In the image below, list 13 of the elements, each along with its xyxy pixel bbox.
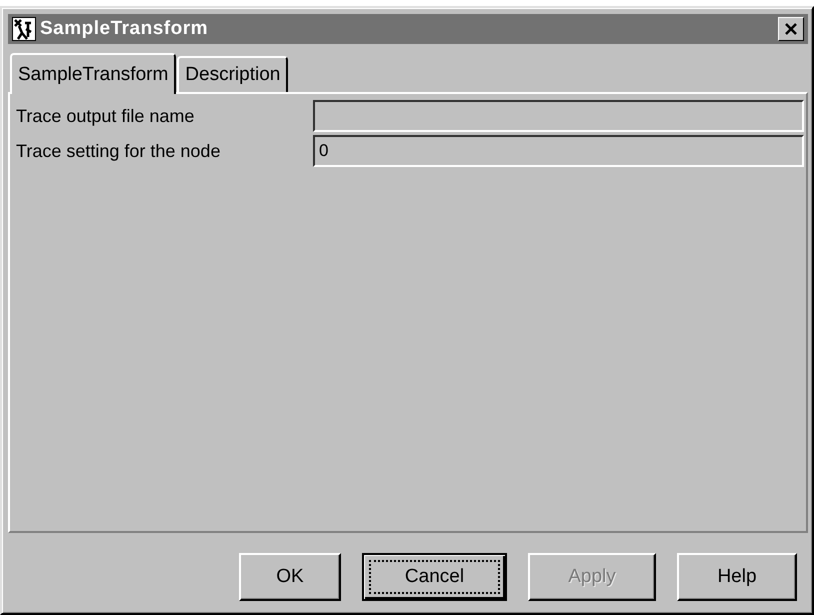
dialog-button[interactable]: OK	[239, 553, 341, 601]
dialog-button[interactable]: Help	[677, 553, 797, 601]
field-label: Trace output file name	[16, 104, 196, 128]
close-button[interactable]	[778, 17, 804, 41]
close-icon	[784, 22, 798, 36]
tab[interactable]: Description	[177, 56, 288, 92]
input-field[interactable]: 0	[313, 135, 804, 167]
field-label: Trace setting for the node	[16, 140, 222, 163]
app-icon	[12, 17, 36, 41]
input-field[interactable]	[313, 100, 804, 132]
tab[interactable]: SampleTransform	[10, 53, 176, 94]
dialog-button[interactable]: Cancel	[362, 553, 507, 601]
window-title: SampleTransform	[40, 16, 208, 41]
